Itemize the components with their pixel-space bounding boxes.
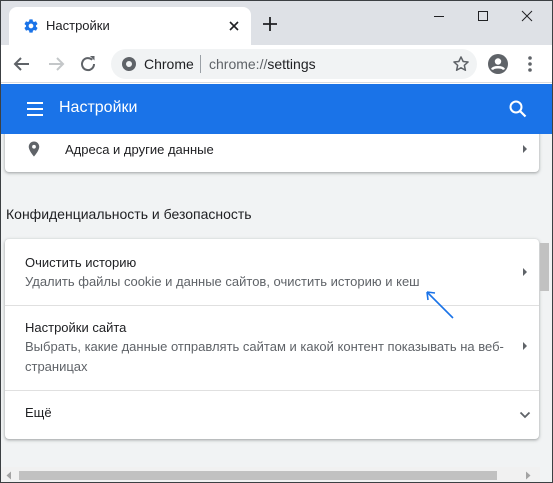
maximize-icon[interactable] (463, 5, 503, 27)
gear-icon (24, 19, 38, 33)
settings-header: Настройки (1, 84, 552, 134)
scroll-right-icon[interactable] (524, 471, 532, 480)
minimize-icon[interactable] (419, 5, 459, 27)
row-clear-history-title: Очистить историю (25, 255, 137, 270)
horizontal-scrollbar[interactable] (1, 467, 540, 482)
chevron-right-icon (523, 342, 527, 350)
back-icon[interactable] (11, 53, 33, 75)
url-path: settings (267, 56, 316, 72)
tab-settings[interactable]: Настройки (9, 7, 251, 45)
browser-toolbar: Chrome chrome://settings (1, 45, 552, 83)
star-icon[interactable] (451, 54, 471, 74)
scroll-left-icon[interactable] (5, 471, 13, 480)
annotation-arrow-icon (426, 291, 454, 319)
vertical-scrollbar-thumb[interactable] (540, 243, 549, 291)
separator (200, 55, 201, 73)
menu-icon[interactable] (25, 99, 45, 119)
plus-icon[interactable] (261, 15, 279, 33)
row-addresses-label: Адреса и другие данные (65, 142, 214, 157)
close-icon[interactable] (225, 17, 243, 35)
settings-content: Адреса и другие данные Конфиденциальност… (1, 134, 552, 482)
tab-strip: Настройки (1, 1, 552, 45)
forward-icon[interactable] (45, 53, 67, 75)
tab-title: Настройки (46, 18, 110, 33)
url-text: chrome://settings (209, 56, 316, 72)
address-bar[interactable]: Chrome chrome://settings (111, 49, 477, 79)
account-icon[interactable] (487, 53, 509, 75)
info-icon[interactable] (121, 56, 137, 72)
browser-window: Настройки Chrome chrome://settings Настр… (0, 0, 553, 483)
horizontal-scrollbar-thumb[interactable] (19, 471, 497, 480)
row-more[interactable]: Ещё (5, 391, 539, 439)
url-scheme: chrome:// (209, 56, 268, 72)
settings-card-privacy: Очистить историю Удалить файлы cookie и … (5, 239, 539, 439)
section-title-privacy: Конфиденциальность и безопасность (6, 206, 252, 222)
row-site-settings-subtitle: Выбрать, какие данные отправлять сайтам … (25, 339, 504, 374)
chevron-right-icon (523, 145, 527, 153)
site-label: Chrome (144, 56, 194, 72)
chevron-down-icon (519, 411, 531, 419)
search-icon[interactable] (507, 98, 529, 120)
chevron-right-icon (523, 268, 527, 276)
close-icon[interactable] (507, 5, 547, 27)
row-site-settings-title: Настройки сайта (25, 320, 127, 335)
row-more-label: Ещё (25, 405, 52, 420)
reload-icon[interactable] (77, 53, 99, 75)
row-addresses[interactable]: Адреса и другие данные (5, 134, 539, 172)
menu-icon[interactable] (519, 53, 541, 75)
page-title: Настройки (59, 99, 138, 116)
location-pin-icon (28, 141, 40, 157)
settings-card-autofill: Адреса и другие данные (5, 134, 539, 172)
